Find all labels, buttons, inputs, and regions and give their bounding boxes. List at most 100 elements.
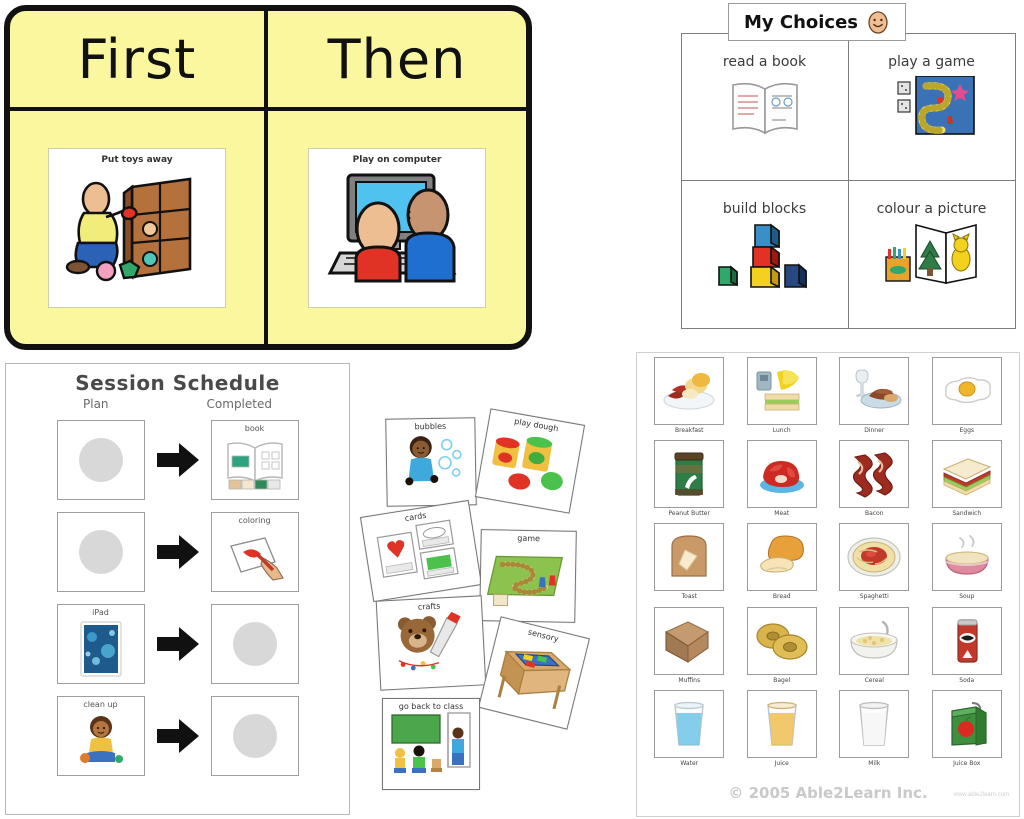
food-cell[interactable]: Eggs: [921, 357, 1014, 440]
play-on-computer-card[interactable]: Play on computer: [308, 147, 486, 308]
plan-slot-empty[interactable]: [56, 512, 145, 592]
food-label: Soup: [959, 593, 975, 601]
food-image-box: [839, 689, 910, 758]
food-image-box: [839, 523, 910, 592]
food-cell[interactable]: Dinner: [828, 357, 921, 440]
activity-card-cards[interactable]: cards: [359, 499, 483, 603]
food-cell[interactable]: Toast: [643, 523, 736, 606]
choice-build-blocks[interactable]: build blocks: [680, 180, 849, 329]
food-cell[interactable]: Water: [643, 689, 736, 773]
sandwich-icon: [942, 458, 992, 496]
arrow-right-icon: [156, 443, 199, 477]
bacon-strips-icon: [853, 452, 893, 498]
food-image-box: [931, 523, 1002, 592]
activity-card-go-back-to-class[interactable]: go back to class: [382, 698, 480, 790]
food-label: Peanut Butter: [668, 510, 710, 518]
activity-cards-stack: bubbles play dough cards game crafts sen…: [359, 408, 640, 802]
milk-glass-icon: [859, 701, 890, 746]
activity-card-bubbles[interactable]: bubbles: [385, 417, 477, 507]
bagel-icon: [756, 622, 808, 660]
food-cell[interactable]: Juice: [736, 689, 829, 773]
food-cell[interactable]: Bread: [736, 523, 829, 606]
food-label: Bacon: [864, 510, 884, 518]
activity-card-sensory[interactable]: sensory: [477, 616, 591, 730]
food-cell[interactable]: Spaghetti: [828, 523, 921, 606]
choice-label: play a game: [888, 53, 975, 70]
food-image-box: [746, 689, 817, 758]
slot-label: clean up: [83, 700, 118, 709]
food-label: Cereal: [864, 676, 884, 684]
slot-label: book: [244, 424, 265, 433]
food-image-box: [654, 357, 725, 425]
food-label: Muffins: [678, 676, 701, 684]
completed-slot-book[interactable]: book: [210, 420, 299, 500]
choice-play-a-game[interactable]: play a game: [847, 32, 1016, 181]
food-image-box: [931, 357, 1002, 425]
then-picture-cell[interactable]: Play on computer: [268, 111, 526, 344]
plan-slot-empty[interactable]: [56, 420, 145, 500]
food-cell[interactable]: Juice Box: [921, 689, 1014, 773]
arrow-right-icon: [156, 719, 199, 753]
column-header-completed: Completed: [206, 397, 272, 411]
food-cell[interactable]: Bacon: [828, 440, 921, 523]
completed-slot-empty[interactable]: [210, 696, 299, 776]
food-cell[interactable]: Bagel: [736, 606, 829, 690]
completed-slot-coloring[interactable]: coloring: [210, 512, 299, 592]
colouring-book-crayons-icon: [884, 223, 977, 284]
food-image-box: [654, 440, 725, 509]
food-label: Bagel: [773, 676, 791, 684]
food-label: Juice Box: [953, 759, 981, 767]
empty-placeholder-dot: [78, 438, 123, 482]
slot-label: coloring: [238, 516, 271, 525]
food-cell[interactable]: Meat: [736, 440, 829, 523]
first-picture-cell[interactable]: Put toys away: [10, 111, 268, 344]
open-book-icon: [226, 442, 283, 490]
my-choices-title: My Choices: [743, 11, 859, 33]
food-label: Eggs: [959, 427, 975, 434]
empty-placeholder-dot: [232, 622, 277, 666]
food-grid: Breakfast Lunch Dinner Eggs Peanut Butte…: [637, 353, 1019, 773]
classroom-icon: [391, 712, 471, 773]
hand-coloring-icon: [229, 537, 284, 581]
food-cell[interactable]: Cereal: [828, 606, 921, 690]
food-cell[interactable]: Soup: [921, 523, 1014, 606]
completed-slot-empty[interactable]: [210, 604, 299, 684]
first-header-cell: First: [10, 11, 268, 111]
food-image-box: [746, 357, 817, 425]
activity-card-crafts[interactable]: crafts: [375, 595, 487, 691]
then-header-cell: Then: [268, 11, 526, 111]
choice-colour-a-picture[interactable]: colour a picture: [847, 180, 1016, 329]
activity-card-play-dough[interactable]: play dough: [474, 408, 586, 514]
food-cell[interactable]: Sandwich: [921, 440, 1014, 523]
plan-slot-ipad[interactable]: iPad: [56, 604, 145, 684]
peanut-butter-jar-icon: [674, 452, 704, 496]
slot-label: iPad: [92, 608, 109, 617]
put-toys-away-card[interactable]: Put toys away: [48, 147, 226, 308]
food-image-box: [839, 357, 910, 425]
dinner-plate-icon: [855, 369, 902, 409]
food-image-box: [931, 440, 1002, 509]
food-cell[interactable]: Milk: [828, 689, 921, 773]
food-label: Spaghetti: [859, 593, 889, 601]
lunch-sandwich-icon: [756, 370, 800, 411]
food-cell[interactable]: Breakfast: [643, 357, 736, 440]
food-image-box: [746, 606, 817, 675]
choice-read-a-book[interactable]: read a book: [680, 32, 849, 181]
food-grid-url: www.able2learn.com: [953, 792, 1009, 798]
food-cell[interactable]: Soda: [921, 606, 1014, 690]
breakfast-plate-icon: [663, 373, 715, 410]
activity-card-game[interactable]: game: [479, 529, 577, 623]
food-cell[interactable]: Peanut Butter: [643, 440, 736, 523]
food-cell[interactable]: Lunch: [736, 357, 829, 440]
smiley-face-icon: [868, 11, 888, 34]
food-label: Juice: [774, 759, 789, 767]
schedule-row: coloring: [6, 506, 349, 598]
schedule-row: iPad: [6, 598, 349, 690]
food-label: Toast: [681, 593, 697, 601]
soda-can-icon: [957, 618, 978, 663]
board-game-icon: [896, 75, 975, 135]
child-blowing-bubbles-icon: [405, 436, 462, 486]
plan-slot-clean-up[interactable]: clean up: [56, 696, 145, 776]
play-dough-pots-icon: [492, 436, 563, 491]
food-cell[interactable]: Muffins: [643, 606, 736, 690]
